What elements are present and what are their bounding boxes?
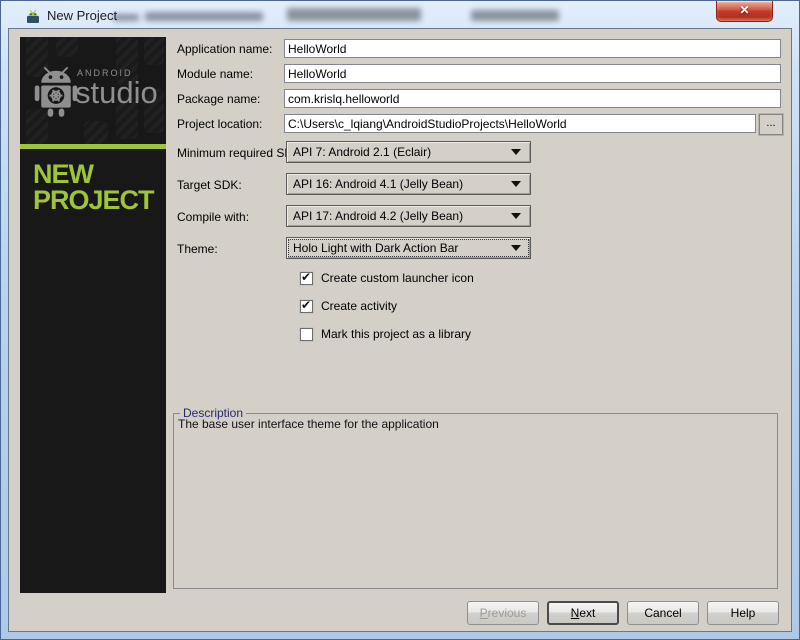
create-launcher-icon-label: Create custom launcher icon — [321, 271, 474, 285]
headline-line2: PROJECT — [33, 187, 154, 213]
help-button[interactable]: Help — [707, 601, 779, 625]
logo-zone: ANDROID studio — [20, 37, 166, 144]
accent-divider — [20, 144, 166, 149]
create-launcher-icon-checkbox[interactable]: Create custom launcher icon — [300, 271, 474, 285]
cancel-button[interactable]: Cancel — [627, 601, 699, 625]
checkbox-icon[interactable] — [300, 272, 313, 285]
application-name-input[interactable] — [284, 39, 781, 58]
description-panel: Description The base user interface them… — [173, 413, 778, 589]
module-name-input[interactable] — [284, 64, 781, 83]
compile-with-dropdown[interactable]: API 17: Android 4.2 (Jelly Bean) — [286, 205, 531, 227]
android-robot-icon — [32, 63, 80, 119]
min-sdk-dropdown[interactable]: API 7: Android 2.1 (Eclair) — [286, 141, 531, 163]
new-project-dialog: New Project ✕ — [0, 0, 800, 640]
headline-line1: NEW — [33, 161, 154, 187]
browse-button[interactable]: ... — [759, 114, 783, 135]
checkbox-icon[interactable] — [300, 300, 313, 313]
mark-library-checkbox[interactable]: Mark this project as a library — [300, 327, 471, 341]
target-sdk-value: API 16: Android 4.1 (Jelly Bean) — [287, 177, 511, 191]
previous-button[interactable]: Previous — [467, 601, 539, 625]
background-blur-blob — [145, 12, 263, 21]
window-title: New Project — [47, 8, 117, 23]
background-blur-blob — [287, 8, 421, 21]
application-name-label: Application name: — [177, 42, 272, 56]
mark-library-label: Mark this project as a library — [321, 327, 471, 341]
close-button[interactable]: ✕ — [716, 1, 773, 22]
theme-value: Holo Light with Dark Action Bar — [287, 241, 511, 255]
min-sdk-value: API 7: Android 2.1 (Eclair) — [287, 145, 511, 159]
background-blur-blob — [471, 10, 559, 21]
next-button[interactable]: Next — [547, 601, 619, 625]
checkbox-icon[interactable] — [300, 328, 313, 341]
compile-with-value: API 17: Android 4.2 (Jelly Bean) — [287, 209, 511, 223]
android-app-icon — [25, 8, 41, 24]
description-text: The base user interface theme for the ap… — [178, 417, 773, 431]
dialog-content: ANDROID studio NEW PROJECT Application n… — [8, 28, 792, 632]
theme-label: Theme: — [177, 242, 218, 256]
wizard-headline: NEW PROJECT — [33, 161, 154, 213]
chevron-down-icon — [511, 181, 521, 187]
brand-studio-label: studio — [75, 75, 158, 111]
target-sdk-label: Target SDK: — [177, 178, 242, 192]
project-location-label: Project location: — [177, 117, 262, 131]
target-sdk-dropdown[interactable]: API 16: Android 4.1 (Jelly Bean) — [286, 173, 531, 195]
chevron-down-icon — [511, 149, 521, 155]
compile-with-label: Compile with: — [177, 210, 249, 224]
project-location-input[interactable] — [284, 114, 756, 133]
theme-dropdown[interactable]: Holo Light with Dark Action Bar — [286, 237, 531, 259]
branding-sidebar: ANDROID studio NEW PROJECT — [20, 37, 166, 593]
chevron-down-icon — [511, 213, 521, 219]
module-name-label: Module name: — [177, 67, 253, 81]
chevron-down-icon — [511, 245, 521, 251]
package-name-input[interactable] — [284, 89, 781, 108]
title-bar[interactable]: New Project ✕ — [1, 1, 799, 29]
create-activity-checkbox[interactable]: Create activity — [300, 299, 397, 313]
create-activity-label: Create activity — [321, 299, 397, 313]
package-name-label: Package name: — [177, 92, 260, 106]
